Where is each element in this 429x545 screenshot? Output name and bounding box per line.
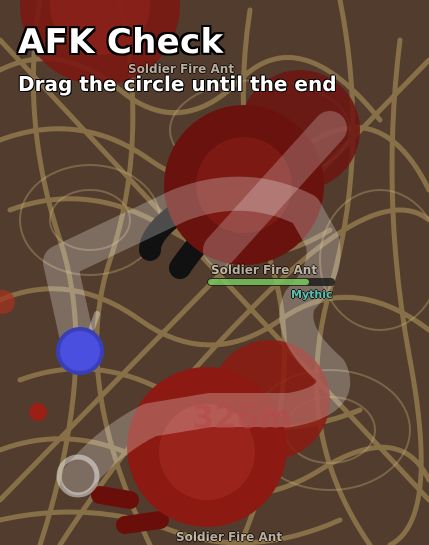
- afk-check-instruction: Drag the circle until the end: [18, 72, 337, 96]
- mob-rarity: Mythic: [291, 288, 333, 301]
- afk-check-title: AFK Check: [18, 22, 224, 62]
- drag-circle-icon[interactable]: [56, 327, 104, 375]
- mob-health-fill: [208, 279, 309, 285]
- mob-health-bar: [207, 278, 335, 286]
- game-viewport: Soldier Fire Ant Soldier Fire Ant Mythic…: [0, 0, 429, 545]
- mob-name-mid: Soldier Fire Ant: [211, 263, 318, 277]
- distance-text: 326m: [192, 398, 293, 436]
- mob-name-bottom: Soldier Fire Ant: [176, 530, 283, 544]
